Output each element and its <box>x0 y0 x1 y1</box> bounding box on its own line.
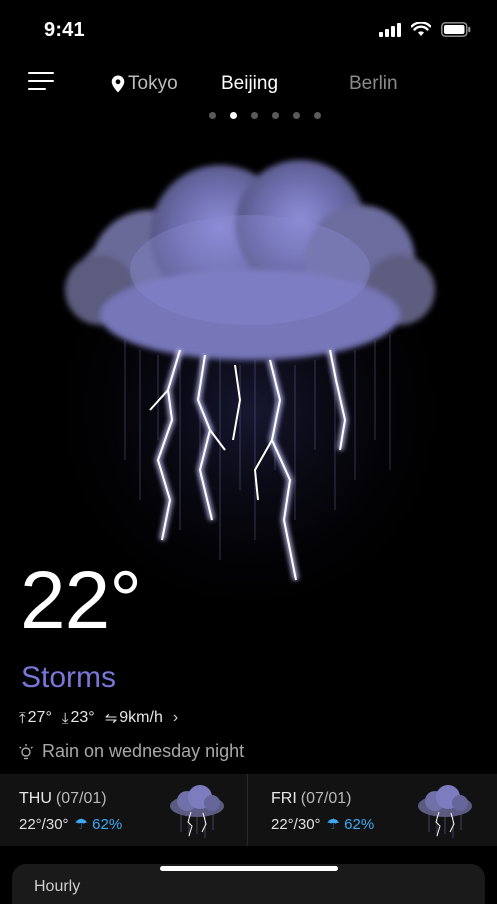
lightbulb-icon <box>19 743 33 759</box>
hourly-sheet-label: Hourly <box>34 878 81 895</box>
forecast-day: THU <box>19 790 52 807</box>
low-temp-icon: ⤓ <box>61 709 69 727</box>
weather-condition: Storms <box>21 661 117 694</box>
forecast-card-fri[interactable]: FRI (07/01) 22°/30° ☂ 62% <box>247 774 495 846</box>
weather-alert: Rain on wednesday night <box>18 741 244 762</box>
city-label: Tokyo <box>128 73 178 94</box>
city-nav-bar: Tokyo Beijing Berlin <box>0 62 497 106</box>
signal-icon <box>379 22 401 37</box>
wifi-icon <box>411 22 431 36</box>
location-pin-icon <box>111 75 125 93</box>
page-indicator[interactable] <box>209 112 321 119</box>
forecast-day: FRI <box>271 790 297 807</box>
forecast-precip: 62% <box>344 816 375 833</box>
forecast-card-thu[interactable]: THU (07/01) 22°/30° ☂ 62% <box>0 774 247 846</box>
page-dot[interactable] <box>272 112 279 119</box>
menu-icon <box>28 72 54 74</box>
high-temp: 27° <box>27 709 52 726</box>
storm-cloud-icon <box>418 785 472 838</box>
city-tab-beijing[interactable]: Beijing <box>221 73 278 95</box>
status-time: 9:41 <box>44 19 85 41</box>
wind-icon: ⇋ <box>104 710 118 727</box>
forecast-temp-range: 22°/30° <box>271 816 321 833</box>
forecast-date: (07/01) <box>55 790 107 807</box>
low-temp: 23° <box>70 709 95 726</box>
forecast-date: (07/01) <box>300 790 352 807</box>
storm-cloud-icon <box>170 785 224 838</box>
city-tab-berlin[interactable]: Berlin <box>349 73 398 95</box>
page-dot[interactable] <box>251 112 258 119</box>
forecast-precip: 62% <box>92 816 123 833</box>
page-dot-active[interactable] <box>230 112 237 119</box>
city-tab-tokyo[interactable]: Tokyo <box>111 73 178 95</box>
high-temp-icon: ⤒ <box>19 709 26 727</box>
battery-icon <box>441 22 471 37</box>
current-temperature: 22° <box>20 555 142 646</box>
page-dot[interactable] <box>293 112 300 119</box>
page-dot[interactable] <box>209 112 216 119</box>
forecast-temp-range: 22°/30° <box>19 816 69 833</box>
daily-forecast: THU (07/01) 22°/30° ☂ 62% FRI (07/01) 22°/3… <box>0 774 497 846</box>
weather-stats[interactable]: ⤒ 27° ⤓ 23° ⇋ 9km/h › <box>19 709 178 727</box>
umbrella-icon: ☂ <box>326 816 340 833</box>
wind-speed: 9km/h <box>119 709 163 726</box>
storm-cloud-illustration <box>50 160 450 600</box>
umbrella-icon: ☂ <box>74 816 88 833</box>
status-icons <box>379 22 471 37</box>
alert-text: Rain on wednesday night <box>42 741 245 761</box>
menu-button[interactable] <box>28 72 54 94</box>
status-bar: 9:41 <box>0 0 497 60</box>
page-dot[interactable] <box>314 112 321 119</box>
chevron-right-icon[interactable]: › <box>173 709 178 727</box>
home-indicator[interactable] <box>160 866 338 871</box>
